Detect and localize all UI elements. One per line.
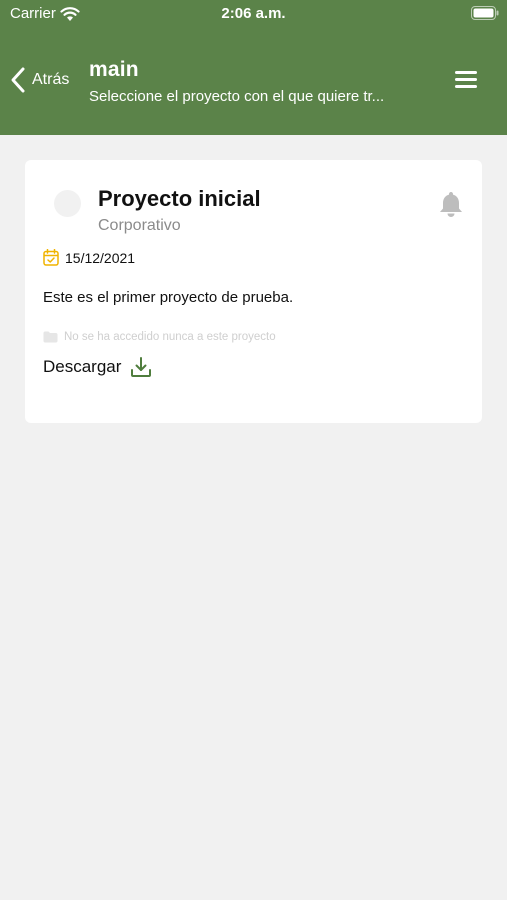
download-icon [131,357,152,377]
page-subtitle: Seleccione el proyecto con el que quiere… [89,88,385,105]
project-avatar [54,190,81,217]
project-category: Corporativo [98,217,181,234]
status-time: 2:06 a.m. [221,5,286,22]
back-button[interactable]: Atrás [10,66,69,94]
hamburger-menu-icon[interactable] [455,71,477,89]
navigation-header: Carrier 2:06 a.m. Atrás main Seleccione … [0,0,507,135]
download-label: Descargar [43,357,122,376]
bell-icon[interactable] [438,190,464,218]
access-note: No se ha accedido nunca a este proyecto [64,331,276,343]
back-label: Atrás [32,71,70,88]
calendar-check-icon [43,249,59,266]
access-status-row: No se ha accedido nunca a este proyecto [43,331,276,343]
project-date: 15/12/2021 [65,249,136,266]
chevron-left-icon [11,67,25,93]
battery-icon [471,6,499,20]
project-name: Proyecto inicial [98,186,261,211]
status-bar: Carrier 2:06 a.m. [0,0,507,28]
folder-icon [43,331,58,343]
project-card[interactable]: Proyecto inicial Corporativo 15/12/2021 … [25,160,482,423]
project-description: Este es el primer proyecto de prueba. [43,289,294,306]
date-row: 15/12/2021 [43,249,135,266]
page-title: main [89,58,139,81]
download-button[interactable]: Descargar [43,356,152,378]
